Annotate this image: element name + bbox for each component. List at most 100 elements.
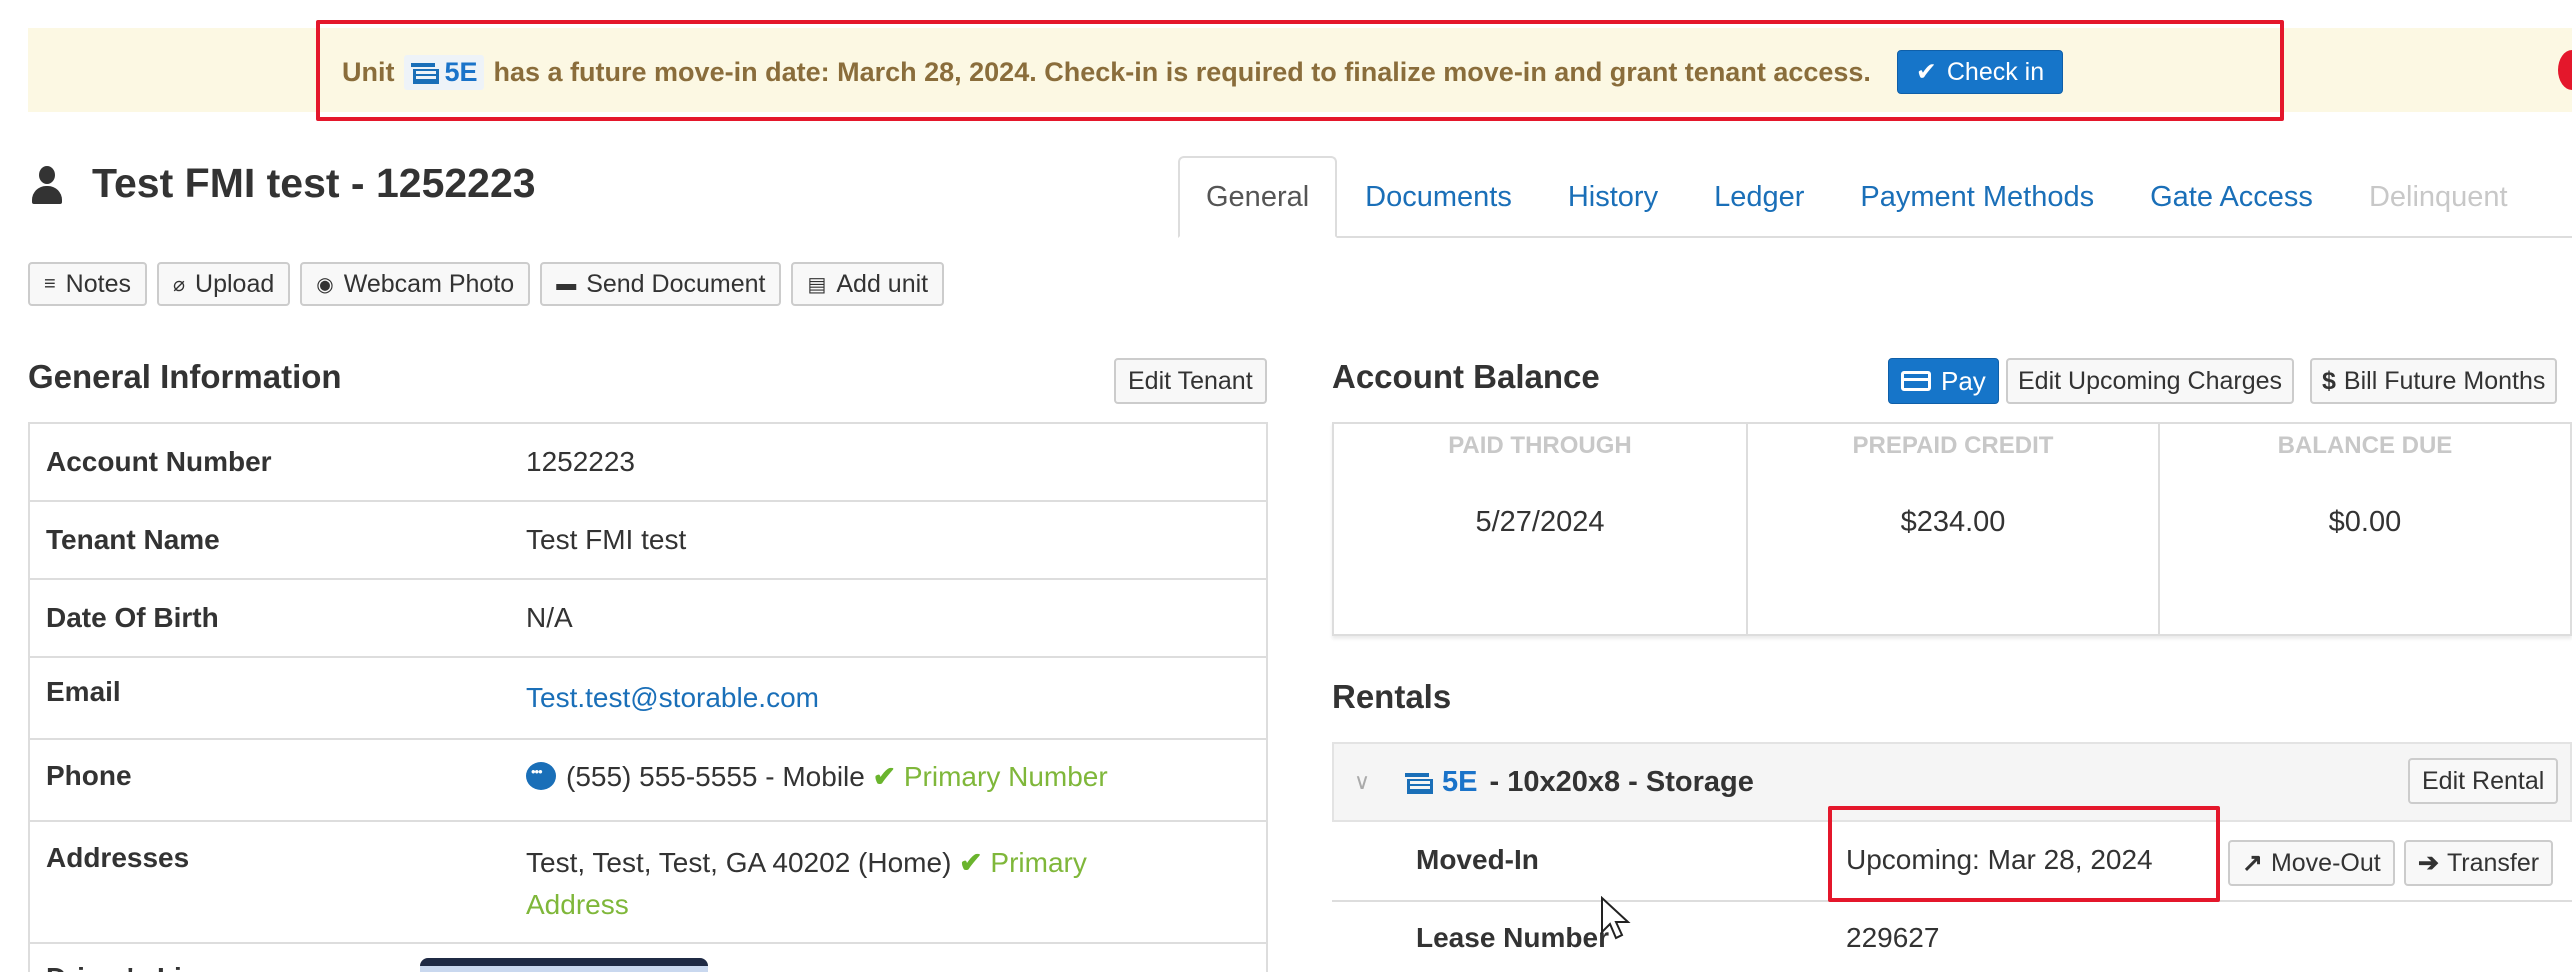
stat-value: $234.00 <box>1900 506 2006 538</box>
check-in-label: Check in <box>1946 57 2045 86</box>
tab-gate-access[interactable]: Gate Access <box>2122 156 2341 238</box>
add-unit-label: Add unit <box>836 269 929 298</box>
table-row: Date Of Birth N/A <box>30 580 1266 658</box>
folder-icon: ▬ <box>556 272 577 295</box>
general-info-heading: General Information <box>28 358 342 395</box>
account-number-value: 1252223 <box>526 446 636 477</box>
upload-button[interactable]: ⌀ Upload <box>156 262 291 306</box>
bill-future-label: Bill Future Months <box>2343 366 2546 395</box>
notes-label: Notes <box>65 269 131 298</box>
rentals-heading: Rentals <box>1332 678 1452 715</box>
checkmark-icon: ✔ <box>959 847 983 878</box>
stat-value: $0.00 <box>2328 506 2402 538</box>
table-row: Addresses Test, Test, Test, GA 40202 (Ho… <box>30 822 1266 944</box>
alert-unit-label: 5E <box>444 56 478 87</box>
mouse-cursor-icon <box>1601 896 1631 940</box>
upload-label: Upload <box>195 269 275 298</box>
phone-label: Phone <box>46 760 132 791</box>
transfer-button[interactable]: ➔ Transfer <box>2404 840 2554 886</box>
date-of-birth-label: Date Of Birth <box>46 602 219 633</box>
primary-address-tag-line2: Address <box>526 889 629 920</box>
email-label: Email <box>46 676 121 707</box>
checkmark-icon: ✔ <box>872 761 897 792</box>
stat-label: PAID THROUGH <box>1448 432 1632 459</box>
webcam-label: Webcam Photo <box>343 269 515 298</box>
move-out-label: Move-Out <box>2270 848 2381 877</box>
rental-unit-desc: - 10x20x8 - Storage <box>1489 765 1754 798</box>
chat-icon[interactable] <box>526 762 556 790</box>
transfer-label: Transfer <box>2446 848 2540 877</box>
stat-value: 5/27/2024 <box>1475 506 1605 538</box>
primary-number-tag: Primary Number <box>903 761 1108 792</box>
page-title: Test FMI test - 1252223 <box>92 160 536 206</box>
balance-stats: PAID THROUGH 5/27/2024 PREPAID CREDIT $2… <box>1332 422 2572 636</box>
stat-label: PREPAID CREDIT <box>1852 432 2054 459</box>
alert-message: has a future move-in date: March 28, 202… <box>493 56 1871 87</box>
check-in-button[interactable]: ✔ Check in <box>1896 50 2064 94</box>
alert-prefix: Unit <box>342 56 395 87</box>
arrow-out-icon: ↗ <box>2242 849 2263 877</box>
phone-value: (555) 555-5555 - Mobile <box>566 761 865 792</box>
person-icon <box>30 166 64 206</box>
dollar-icon: $ <box>2322 366 2336 395</box>
tab-history[interactable]: History <box>1540 156 1686 238</box>
license-image-thumbnail[interactable] <box>420 958 708 972</box>
tab-ledger[interactable]: Ledger <box>1686 156 1832 238</box>
edit-tenant-button[interactable]: Edit Tenant <box>1114 358 1267 404</box>
general-info-table: Account Number 1252223 Tenant Name Test … <box>28 422 1268 972</box>
table-row: Lease Number 229627 <box>1332 902 2572 972</box>
email-link[interactable]: Test.test@storable.com <box>526 682 819 713</box>
checkmark-icon: ✔ <box>1915 58 1937 86</box>
table-row: Account Number 1252223 <box>30 424 1266 502</box>
edit-rental-button[interactable]: Edit Rental <box>2408 758 2559 804</box>
pay-label: Pay <box>1941 365 1986 396</box>
lease-number-label: Lease Number <box>1416 922 1609 953</box>
table-row: Tenant Name Test FMI test <box>30 502 1266 580</box>
stat-label: BALANCE DUE <box>2277 432 2453 459</box>
camera-icon: ◉ <box>316 273 334 296</box>
send-document-button[interactable]: ▬ Send Document <box>540 262 782 306</box>
prepaid-credit-stat: PREPAID CREDIT $234.00 <box>1745 424 2158 634</box>
moved-in-label: Moved-In <box>1416 844 1539 875</box>
tab-payment-methods[interactable]: Payment Methods <box>1832 156 2122 238</box>
lease-number-value: 229627 <box>1846 922 1940 953</box>
alert-message-line: Unit 5E has a future move-in date: March… <box>342 50 2064 94</box>
edit-upcoming-charges-button[interactable]: Edit Upcoming Charges <box>2006 358 2295 404</box>
tab-general[interactable]: General <box>1178 156 1338 238</box>
tenant-toolbar: ≡ Notes ⌀ Upload ◉ Webcam Photo ▬ Send D… <box>28 262 945 306</box>
pay-button[interactable]: Pay <box>1888 358 1999 404</box>
rental-unit-link[interactable]: 5E <box>1442 766 1477 799</box>
address-value: Test, Test, Test, GA 40202 (Home) <box>526 847 952 878</box>
arrow-right-icon: ➔ <box>2418 849 2439 877</box>
send-document-label: Send Document <box>586 269 766 298</box>
bill-future-months-button[interactable]: $ Bill Future Months <box>2310 358 2558 404</box>
paid-through-stat: PAID THROUGH 5/27/2024 <box>1334 424 1746 634</box>
storage-unit-icon <box>410 61 440 84</box>
tenant-name-label: Tenant Name <box>46 524 220 555</box>
addresses-label: Addresses <box>46 842 190 873</box>
webcam-photo-button[interactable]: ◉ Webcam Photo <box>300 262 531 306</box>
move-out-button[interactable]: ↗ Move-Out <box>2228 840 2395 886</box>
add-unit-button[interactable]: ▤ Add unit <box>791 262 945 306</box>
tenant-tabs: General Documents History Ledger Payment… <box>1178 156 2536 238</box>
balance-due-stat: BALANCE DUE $0.00 <box>2157 424 2570 634</box>
table-row: Phone (555) 555-5555 - Mobile ✔ Primary … <box>30 740 1266 822</box>
account-number-label: Account Number <box>46 446 272 477</box>
notes-button[interactable]: ≡ Notes <box>28 262 147 306</box>
account-balance-heading: Account Balance <box>1332 358 1600 395</box>
credit-card-icon <box>1901 371 1931 391</box>
tab-delinquent: Delinquent <box>2368 180 2508 213</box>
rental-title: 5E - 10x20x8 - Storage <box>1404 766 1754 799</box>
moved-in-highlight-box <box>1828 806 2220 902</box>
list-icon: ≡ <box>44 272 56 295</box>
paperclip-icon: ⌀ <box>172 273 186 296</box>
tenant-name-value: Test FMI test <box>526 524 687 555</box>
date-of-birth-value: N/A <box>526 602 573 633</box>
table-row: Email Test.test@storable.com <box>30 658 1266 740</box>
storage-unit-icon: ▤ <box>807 273 827 296</box>
chevron-down-icon[interactable]: ∨ <box>1354 769 1384 795</box>
primary-address-tag: Primary <box>990 847 1087 878</box>
storage-unit-icon <box>1404 771 1433 794</box>
alert-unit-link[interactable]: 5E <box>404 54 484 90</box>
tab-documents[interactable]: Documents <box>1337 156 1540 238</box>
